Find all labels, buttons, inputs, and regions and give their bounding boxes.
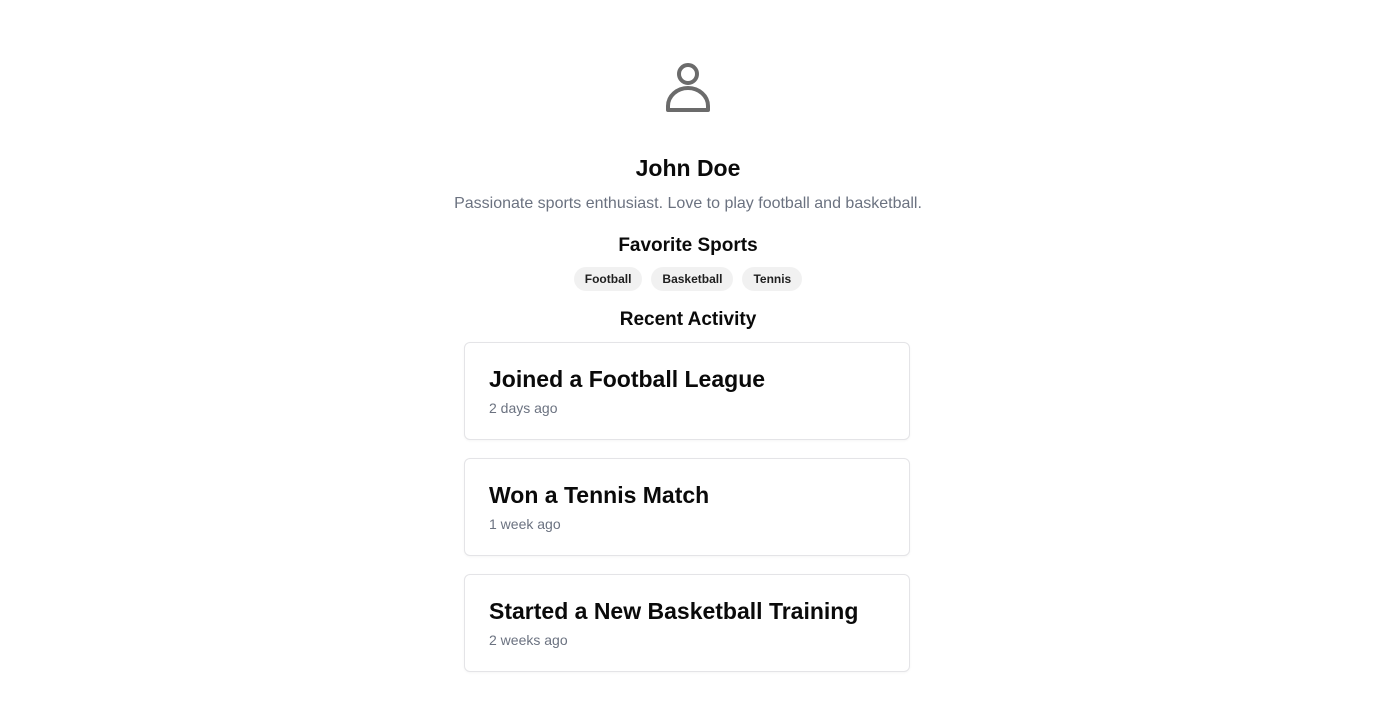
recent-activity-heading: Recent Activity: [619, 309, 757, 330]
user-icon: [664, 62, 712, 114]
activity-card: Joined a Football League 2 days ago: [464, 342, 910, 440]
profile-bio: Passionate sports enthusiast. Love to pl…: [454, 195, 922, 212]
activity-title: Won a Tennis Match: [489, 482, 710, 508]
activity-card: Won a Tennis Match 1 week ago: [464, 458, 910, 556]
sport-tag: Basketball: [651, 267, 734, 291]
activity-title: Started a New Basketball Training: [489, 598, 859, 624]
profile-page: John Doe Passionate sports enthusiast. L…: [0, 0, 1376, 714]
sport-tag: Football: [573, 267, 643, 291]
activity-time: 2 days ago: [489, 400, 558, 416]
activity-card: Started a New Basketball Training 2 week…: [464, 574, 910, 672]
favorite-sports-heading: Favorite Sports: [618, 235, 758, 256]
sport-tag: Tennis: [742, 267, 803, 291]
favorite-sports-tags: Football Basketball Tennis: [0, 267, 1376, 291]
activity-title: Joined a Football League: [489, 366, 766, 392]
activity-time: 2 weeks ago: [489, 632, 568, 648]
activity-time: 1 week ago: [489, 516, 561, 532]
profile-name: John Doe: [635, 155, 741, 181]
